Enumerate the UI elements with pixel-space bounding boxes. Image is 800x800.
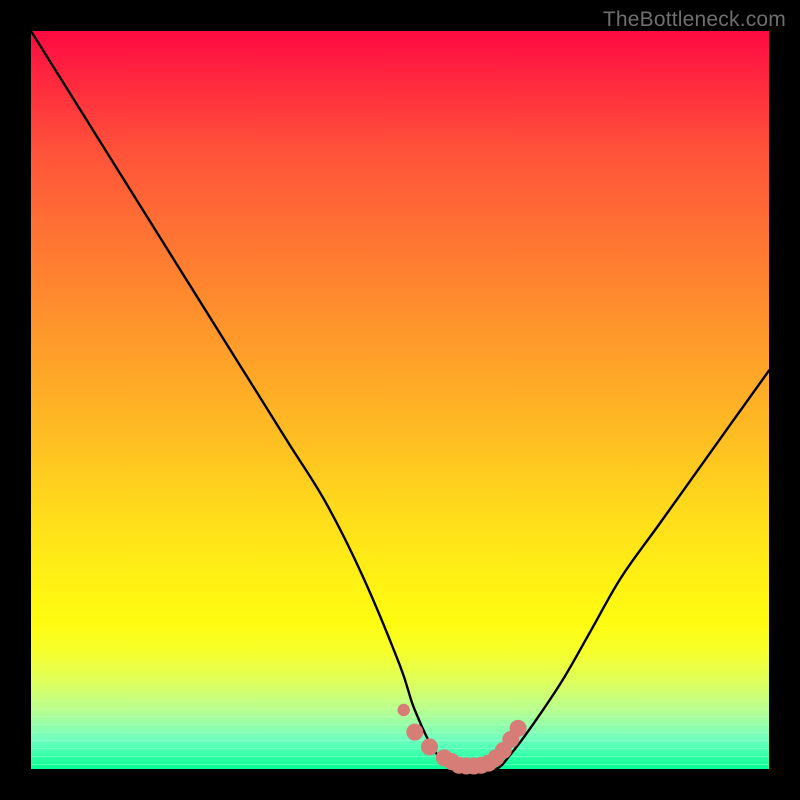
plot-gradient-background [31,31,769,769]
watermark-text: TheBottleneck.com [603,8,786,32]
chart-canvas: TheBottleneck.com [0,0,800,800]
